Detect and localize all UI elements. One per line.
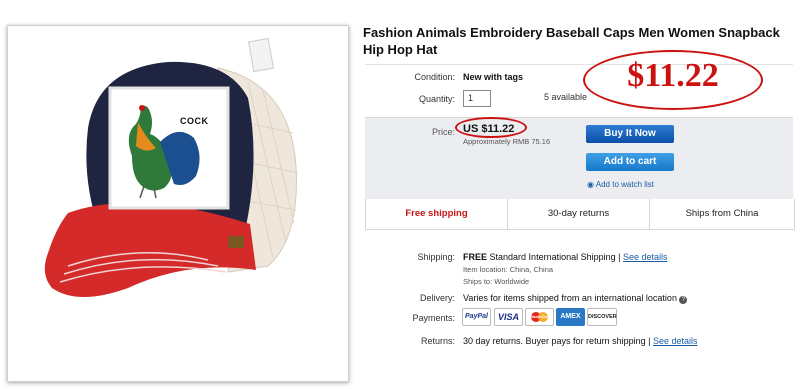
delivery-label: Delivery:	[419, 293, 455, 303]
delivery-value: Varies for items shipped from an interna…	[463, 293, 677, 303]
product-image-frame[interactable]: COCK	[7, 25, 349, 382]
perks-strip: Free shipping 30-day returns Ships from …	[365, 199, 795, 230]
watch-list-label: Add to watch list	[595, 180, 655, 189]
watch-list-link[interactable]: ◉ Add to watch list	[587, 180, 654, 189]
payments-label: Payments:	[412, 313, 455, 323]
perk-ships-from: Ships from China	[685, 208, 759, 219]
returns-label: Returns:	[420, 336, 455, 346]
shipping-details-link[interactable]: See details	[623, 252, 668, 262]
mastercard-label: MasterCard	[530, 315, 551, 319]
eye-icon: ◉	[587, 180, 594, 189]
baseball-cap-image	[44, 37, 299, 297]
mastercard-logo: MasterCard	[525, 308, 554, 326]
buy-it-now-button[interactable]: Buy It Now	[586, 125, 674, 143]
returns-details-link[interactable]: See details	[653, 336, 698, 346]
discover-logo: DISCOVER	[587, 308, 617, 326]
condition-label: Condition:	[414, 72, 455, 82]
quantity-input[interactable]: 1	[463, 90, 491, 107]
approx-price: Approximately RMB 75.16	[463, 137, 551, 146]
shipping-line: FREE Standard International Shipping | S…	[463, 252, 668, 262]
patch-text: COCK	[180, 116, 209, 126]
ships-to: Ships to: Worldwide	[463, 277, 529, 286]
item-location-label: Item location:	[463, 265, 508, 274]
returns-text: 30 day returns. Buyer pays for return sh…	[463, 336, 651, 346]
delivery-text: Varies for items shipped from an interna…	[463, 293, 688, 304]
big-price-annotation: $11.22	[627, 57, 719, 94]
ships-to-label: Ships to:	[463, 277, 493, 286]
product-image[interactable]: COCK	[28, 37, 328, 306]
price-highlight-circle	[455, 117, 527, 138]
returns-line: 30 day returns. Buyer pays for return sh…	[463, 336, 697, 346]
product-title: Fashion Animals Embroidery Baseball Caps…	[363, 25, 780, 57]
ships-to-value: Worldwide	[494, 277, 530, 286]
condition-value: New with tags	[463, 72, 524, 82]
quantity-label: Quantity:	[418, 94, 455, 104]
add-to-cart-button[interactable]: Add to cart	[586, 153, 674, 171]
item-location-value: China, China	[509, 265, 554, 274]
shipping-service: Standard International Shipping |	[489, 252, 621, 262]
perk-returns: 30-day returns	[547, 208, 610, 219]
price-label: Price:	[431, 127, 455, 137]
help-icon[interactable]: ?	[679, 296, 688, 304]
shipping-label: Shipping:	[417, 252, 455, 262]
amex-logo: AMEX	[556, 308, 585, 326]
visa-logo: VISA	[494, 308, 523, 326]
perk-free-shipping: Free shipping	[405, 208, 468, 219]
paypal-logo: PayPal	[462, 308, 491, 326]
available-count: 5 available	[544, 92, 588, 102]
item-location: Item location: China, China	[463, 265, 553, 274]
shipping-free: FREE	[463, 252, 488, 262]
